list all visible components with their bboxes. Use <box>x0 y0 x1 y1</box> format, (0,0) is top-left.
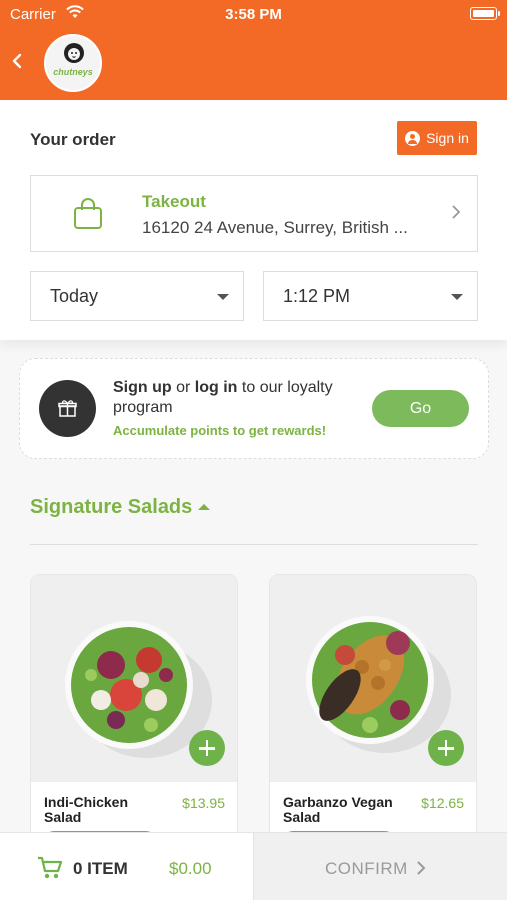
cart-item-count: 0 ITEM <box>73 859 128 878</box>
store-address: 16120 24 Avenue, Surrey, British ... <box>142 218 408 237</box>
add-to-cart-button[interactable] <box>189 730 225 766</box>
user-icon <box>405 130 421 146</box>
caret-down-icon <box>451 294 463 300</box>
chevron-right-icon <box>452 205 461 219</box>
restaurant-logo: chutneys <box>44 34 102 92</box>
log-in-link[interactable]: log in <box>195 379 238 396</box>
confirm-label: CONFIRM <box>325 859 408 878</box>
or-text: or <box>176 379 191 396</box>
cart-bar: 0 ITEM $0.00 CONFIRM <box>0 832 507 900</box>
product-name: Indi-Chicken Salad <box>44 794 129 825</box>
loyalty-subtitle: Accumulate points to get rewards! <box>113 423 327 438</box>
add-to-cart-button[interactable] <box>428 730 464 766</box>
product-name: Garbanzo Vegan Salad <box>283 794 393 825</box>
sign-in-button[interactable]: Sign in <box>397 121 477 155</box>
gift-icon <box>58 400 77 417</box>
caret-up-icon[interactable] <box>198 504 210 510</box>
loyalty-banner: Sign up or log in to our loyalty program… <box>19 358 489 459</box>
takeout-location-selector[interactable]: Takeout 16120 24 Avenue, Surrey, British… <box>30 175 478 252</box>
sign-up-link[interactable]: Sign up <box>113 379 172 396</box>
logo-wordmark: chutneys <box>53 67 93 77</box>
back-chevron-icon[interactable] <box>8 50 26 72</box>
confirm-button[interactable]: CONFIRM <box>253 833 507 900</box>
product-price: $13.95 <box>182 795 225 811</box>
cart-total: $0.00 <box>169 859 212 878</box>
gift-icon-badge <box>39 380 96 437</box>
status-bar: Carrier 3:58 PM <box>0 0 507 28</box>
sign-in-label: Sign in <box>426 130 469 146</box>
go-button[interactable]: Go <box>372 390 469 427</box>
day-select[interactable]: Today <box>30 271 244 321</box>
app-header: Carrier 3:58 PM chutneys <box>0 0 507 100</box>
time-select[interactable]: 1:12 PM <box>263 271 478 321</box>
section-title[interactable]: Signature Salads <box>30 496 192 519</box>
day-value: Today <box>50 286 99 306</box>
product-card[interactable]: Garbanzo Vegan Salad $12.65 <box>269 574 477 854</box>
time-value: 1:12 PM <box>283 286 351 306</box>
order-panel: Your order Sign in Takeout 16120 24 Aven… <box>0 100 507 340</box>
order-mode: Takeout <box>142 192 206 211</box>
shopping-bag-icon <box>74 198 102 229</box>
lion-icon <box>64 43 84 63</box>
status-time: 3:58 PM <box>225 6 282 23</box>
product-card[interactable]: Indi-Chicken Salad $13.95 <box>30 574 238 854</box>
battery-icon <box>470 7 500 20</box>
chevron-right-icon <box>417 861 426 875</box>
order-title: Your order <box>30 130 116 149</box>
divider <box>30 544 478 545</box>
caret-down-icon <box>217 294 229 300</box>
loyalty-message: Sign up or log in to our loyalty program <box>113 378 353 418</box>
shopping-cart-icon[interactable] <box>37 856 63 880</box>
product-price: $12.65 <box>421 795 464 811</box>
